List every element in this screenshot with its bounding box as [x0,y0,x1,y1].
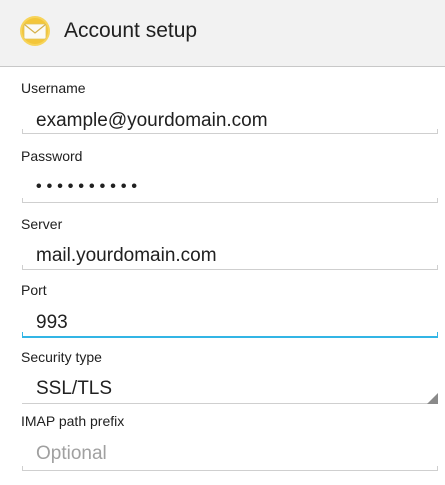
server-field-underline [22,265,438,270]
page-title: Account setup [64,19,198,42]
port-field[interactable]: 993 [36,312,68,334]
email-envelope-icon [20,16,50,46]
security-type-label: Security type [21,349,102,365]
imap-path-prefix-field-underline [22,466,438,471]
security-type-dropdown-underline [22,403,438,404]
server-field[interactable]: mail.yourdomain.com [36,245,217,267]
dropdown-corner-icon [427,393,438,404]
port-label: Port [21,282,47,298]
username-field-underline [22,129,438,134]
account-setup-screen: Account setup Username example@yourdomai… [0,0,445,485]
security-type-dropdown[interactable]: SSL/TLS [36,378,112,400]
password-field-underline [22,198,438,203]
imap-path-prefix-field[interactable]: Optional [36,443,107,465]
username-field[interactable]: example@yourdomain.com [36,110,268,132]
port-field-underline [22,332,438,338]
imap-path-prefix-label: IMAP path prefix [21,413,125,429]
password-label: Password [21,148,83,164]
username-label: Username [21,80,86,96]
server-label: Server [21,216,63,232]
password-field[interactable]: •••••••••• [36,176,142,198]
app-bar-divider [0,66,445,67]
app-bar: Account setup [0,0,445,66]
